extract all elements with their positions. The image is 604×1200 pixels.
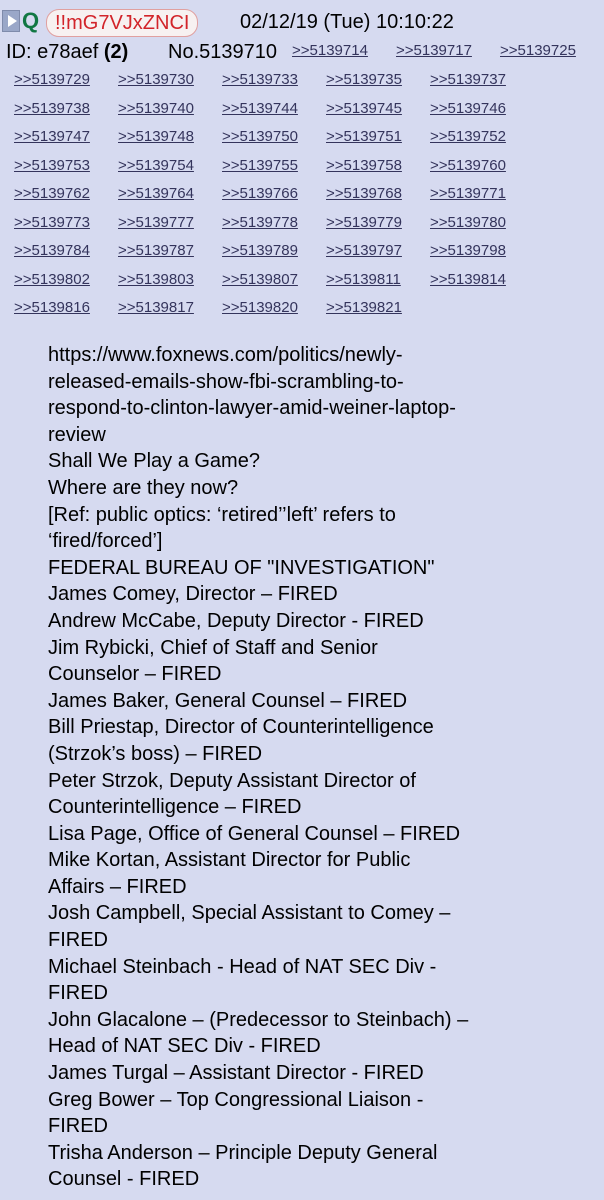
tripcode-badge: !!mG7VJxZNCI	[46, 9, 199, 37]
reply-link[interactable]: >>5139751	[326, 128, 402, 146]
reply-link[interactable]: >>5139773	[14, 214, 90, 232]
reply-link[interactable]: >>5139745	[326, 100, 402, 118]
post-datetime: 02/12/19 (Tue) 10:10:22	[240, 11, 454, 33]
reply-link[interactable]: >>5139811	[326, 271, 401, 289]
reply-link[interactable]: >>5139758	[326, 157, 402, 175]
body-line: Josh Campbell, Special Assistant to Come…	[48, 902, 451, 925]
reply-link[interactable]: >>5139748	[118, 128, 194, 146]
q-label: Q	[22, 8, 40, 33]
body-line: Greg Bower – Top Congressional Liaison -	[48, 1088, 424, 1111]
body-line: FIRED	[48, 929, 108, 952]
play-icon[interactable]	[2, 10, 20, 32]
reply-link[interactable]: >>5139755	[222, 157, 298, 175]
reply-link[interactable]: >>5139764	[118, 185, 194, 203]
reply-link[interactable]: >>5139778	[222, 214, 298, 232]
reply-link[interactable]: >>5139730	[118, 71, 194, 89]
reply-link[interactable]: >>5139787	[118, 242, 194, 260]
body-line: Counsel - FIRED	[48, 1168, 200, 1191]
body-line: Michael Steinbach - Head of NAT SEC Div …	[48, 955, 437, 978]
body-line: Mike Kortan, Assistant Director for Publ…	[48, 849, 411, 872]
reply-link[interactable]: >>5139789	[222, 242, 298, 260]
reply-link[interactable]: >>5139821	[326, 299, 402, 317]
reply-link[interactable]: >>5139747	[14, 128, 90, 146]
reply-link[interactable]: >>5139744	[222, 100, 298, 118]
body-line: John Glacalone – (Predecessor to Steinba…	[48, 1008, 469, 1031]
reply-link[interactable]: >>5139737	[430, 71, 506, 89]
body-line: ‘fired/forced’]	[48, 530, 163, 553]
reply-link[interactable]: >>5139733	[222, 71, 298, 89]
body-line: Counselor – FIRED	[48, 663, 222, 686]
body-line: [Ref: public optics: ‘retired’’left’ ref…	[48, 503, 396, 526]
body-line: Shall We Play a Game?	[48, 450, 260, 473]
reply-link[interactable]: >>5139803	[118, 271, 194, 289]
body-line: FEDERAL BUREAU OF "INVESTIGATION"	[48, 556, 435, 579]
reply-link[interactable]: >>5139780	[430, 214, 506, 232]
reply-link[interactable]: >>5139768	[326, 185, 402, 203]
reply-link[interactable]: >>5139746	[430, 100, 506, 118]
reply-link[interactable]: >>5139779	[326, 214, 402, 232]
body-line: Bill Priestap, Director of Counterintell…	[48, 716, 434, 739]
reply-link[interactable]: >>5139760	[430, 157, 506, 175]
post-body: https://www.foxnews.com/politics/newly-r…	[48, 342, 600, 1193]
body-line: Affairs – FIRED	[48, 875, 187, 898]
reply-link[interactable]: >>5139753	[14, 157, 90, 175]
reply-link[interactable]: >>5139820	[222, 299, 298, 317]
body-line: Andrew McCabe, Deputy Director - FIRED	[48, 609, 424, 632]
reply-link[interactable]: >>5139817	[118, 299, 194, 317]
body-line: Lisa Page, Office of General Counsel – F…	[48, 822, 461, 845]
reply-link[interactable]: >>5139725	[500, 42, 576, 60]
reply-link[interactable]: >>5139771	[430, 185, 506, 203]
body-line: James Turgal – Assistant Director - FIRE…	[48, 1062, 424, 1085]
body-line: Head of NAT SEC Div - FIRED	[48, 1035, 321, 1058]
post-link-line[interactable]: respond-to-clinton-lawyer-amid-weiner-la…	[48, 395, 600, 422]
post-header: Q !!mG7VJxZNCI 02/12/19 (Tue) 10:10:22	[0, 8, 604, 38]
poster-id-label: ID: e78aef	[6, 41, 99, 63]
body-line: James Comey, Director – FIRED	[48, 583, 338, 606]
post-link-line[interactable]: review	[48, 422, 600, 449]
reply-link[interactable]: >>5139752	[430, 128, 506, 146]
reply-link[interactable]: >>5139802	[14, 271, 90, 289]
body-line: Trisha Anderson – Principle Deputy Gener…	[48, 1141, 438, 1164]
reply-link[interactable]: >>5139754	[118, 157, 194, 175]
reply-link[interactable]: >>5139717	[396, 42, 472, 60]
reply-link[interactable]: >>5139797	[326, 242, 402, 260]
body-line: Where are they now?	[48, 476, 239, 499]
body-line: Jim Rybicki, Chief of Staff and Senior	[48, 636, 378, 659]
body-line: Counterintelligence – FIRED	[48, 796, 302, 819]
reply-link[interactable]: >>5139714	[292, 42, 368, 60]
post-link-line[interactable]: released-emails-show-fbi-scrambling-to-	[48, 369, 600, 396]
reply-link[interactable]: >>5139777	[118, 214, 194, 232]
post-link-line[interactable]: https://www.foxnews.com/politics/newly-	[48, 342, 600, 369]
reply-link[interactable]: >>5139816	[14, 299, 90, 317]
reply-link[interactable]: >>5139766	[222, 185, 298, 203]
reply-link[interactable]: >>5139807	[222, 271, 298, 289]
reply-link[interactable]: >>5139762	[14, 185, 90, 203]
reply-link[interactable]: >>5139729	[14, 71, 90, 89]
reply-link[interactable]: >>5139735	[326, 71, 402, 89]
reply-link[interactable]: >>5139798	[430, 242, 506, 260]
body-line: James Baker, General Counsel – FIRED	[48, 689, 408, 712]
reply-link[interactable]: >>5139814	[430, 271, 506, 289]
body-line: FIRED	[48, 982, 108, 1005]
body-line: FIRED	[48, 1115, 108, 1138]
reply-link[interactable]: >>5139740	[118, 100, 194, 118]
body-line: (Strzok’s boss) – FIRED	[48, 742, 263, 765]
post-number[interactable]: No.5139710	[168, 40, 277, 64]
reply-link[interactable]: >>5139750	[222, 128, 298, 146]
body-line: Peter Strzok, Deputy Assistant Director …	[48, 769, 416, 792]
poster-id-count: (2)	[103, 41, 129, 63]
reply-link[interactable]: >>5139738	[14, 100, 90, 118]
poster-id: ID: e78aef (2)	[6, 40, 128, 64]
reply-link[interactable]: >>5139784	[14, 242, 90, 260]
